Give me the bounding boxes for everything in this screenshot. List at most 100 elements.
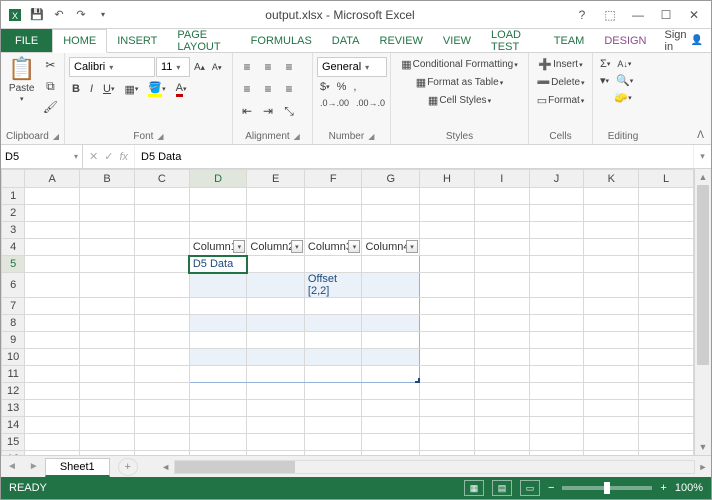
expand-formula-bar-icon[interactable]: ▾ <box>693 145 711 168</box>
name-box[interactable]: D5▾ <box>1 145 83 168</box>
sign-in-link[interactable]: Sign in👤 <box>657 29 711 52</box>
row-header[interactable]: 9 <box>2 332 25 349</box>
alignment-launcher-icon[interactable]: ◢ <box>294 132 300 141</box>
row-header[interactable]: 4 <box>2 239 25 256</box>
minimize-button[interactable]: — <box>625 5 651 25</box>
tab-data[interactable]: DATA <box>322 29 370 52</box>
conditional-formatting-button[interactable]: ▦Conditional Formatting▾ <box>395 57 524 72</box>
format-as-table-button[interactable]: ▦Format as Table▾ <box>395 75 524 90</box>
row-header[interactable]: 2 <box>2 205 25 222</box>
col-header[interactable]: F <box>304 170 362 188</box>
format-painter-button[interactable]: 🖌 <box>40 97 60 117</box>
table-column-header[interactable]: Column2▾ <box>247 239 305 256</box>
delete-cells-button[interactable]: ➖Delete▾ <box>533 75 588 90</box>
sort-filter-button[interactable]: A↓▾ <box>614 58 634 70</box>
borders-button[interactable]: ▦▾ <box>121 82 141 97</box>
col-header[interactable]: I <box>474 170 529 188</box>
undo-icon[interactable]: ↶ <box>51 7 67 23</box>
row-header[interactable]: 6 <box>2 273 25 298</box>
filter-icon[interactable]: ▾ <box>406 240 418 253</box>
tab-design[interactable]: DESIGN <box>594 29 656 52</box>
copy-button[interactable]: ⧉ <box>40 76 60 96</box>
close-button[interactable]: ✕ <box>681 5 707 25</box>
font-size-combo[interactable]: 11▾ <box>156 57 190 77</box>
align-middle-button[interactable]: ≡ <box>258 57 278 77</box>
row-header[interactable]: 8 <box>2 315 25 332</box>
tab-pagelayout[interactable]: PAGE LAYOUT <box>167 29 240 52</box>
comma-format-button[interactable]: , <box>350 80 359 94</box>
sheet-tab[interactable]: Sheet1 <box>45 458 110 477</box>
tab-home[interactable]: HOME <box>52 29 107 53</box>
font-color-button[interactable]: A▾ <box>173 81 190 98</box>
align-bottom-button[interactable]: ≡ <box>279 57 299 77</box>
formula-input[interactable]: D5 Data <box>135 145 693 168</box>
row-header[interactable]: 1 <box>2 188 25 205</box>
fill-color-button[interactable]: 🪣▾ <box>145 80 168 98</box>
sheet-nav-prev-icon[interactable]: ◄ <box>1 461 23 472</box>
zoom-out-button[interactable]: − <box>548 482 554 494</box>
col-header[interactable]: D <box>189 170 247 188</box>
font-launcher-icon[interactable]: ◢ <box>157 132 163 141</box>
tab-team[interactable]: TEAM <box>544 29 595 52</box>
col-header[interactable]: J <box>529 170 584 188</box>
row-header[interactable]: 12 <box>2 383 25 400</box>
align-left-button[interactable]: ≡ <box>237 79 257 99</box>
ribbon-options-icon[interactable]: ⬚ <box>597 5 623 25</box>
row-header[interactable]: 5 <box>2 256 25 273</box>
cell-d5[interactable]: D5 Data <box>189 256 247 273</box>
normal-view-button[interactable]: ▦ <box>464 480 484 496</box>
filter-icon[interactable]: ▾ <box>348 240 360 253</box>
filter-icon[interactable]: ▾ <box>291 240 303 253</box>
increase-indent-button[interactable]: ⇥ <box>258 101 278 121</box>
tab-formulas[interactable]: FORMULAS <box>241 29 322 52</box>
zoom-in-button[interactable]: + <box>660 482 666 494</box>
align-right-button[interactable]: ≡ <box>279 79 299 99</box>
page-layout-view-button[interactable]: ▤ <box>492 480 512 496</box>
row-header[interactable]: 13 <box>2 400 25 417</box>
cell-f6[interactable]: Offset [2,2] <box>304 273 362 298</box>
row-header[interactable]: 3 <box>2 222 25 239</box>
maximize-button[interactable]: ☐ <box>653 5 679 25</box>
col-header[interactable]: E <box>247 170 305 188</box>
help-icon[interactable]: ? <box>569 5 595 25</box>
format-cells-button[interactable]: ▭Format▾ <box>533 93 588 108</box>
col-header[interactable]: H <box>420 170 475 188</box>
tab-loadtest[interactable]: LOAD TEST <box>481 29 544 52</box>
sheet-nav-next-icon[interactable]: ► <box>23 461 45 472</box>
scroll-thumb[interactable] <box>697 185 709 365</box>
tab-insert[interactable]: INSERT <box>107 29 167 52</box>
cut-button[interactable]: ✂ <box>40 55 60 75</box>
fill-button[interactable]: ▾▾ <box>597 73 612 88</box>
scroll-right-icon[interactable]: ► <box>695 462 711 472</box>
clear-button[interactable]: 🧽▾ <box>597 90 649 105</box>
number-format-combo[interactable]: General▾ <box>317 57 387 77</box>
autosum-button[interactable]: Σ▾ <box>597 57 613 71</box>
italic-button[interactable]: I <box>87 82 96 96</box>
qat-customize-icon[interactable]: ▾ <box>95 7 111 23</box>
tab-view[interactable]: VIEW <box>433 29 481 52</box>
cell[interactable] <box>189 273 247 298</box>
underline-button[interactable]: U▾ <box>100 82 117 96</box>
table-resize-handle[interactable] <box>415 378 420 383</box>
percent-format-button[interactable]: % <box>334 80 350 94</box>
table-column-header[interactable]: Column1▾ <box>189 239 247 256</box>
cell[interactable] <box>189 298 247 315</box>
bold-button[interactable]: B <box>69 82 83 96</box>
cancel-formula-icon[interactable]: ✕ <box>89 150 98 163</box>
orientation-button[interactable]: ⤡ <box>279 101 299 121</box>
clipboard-launcher-icon[interactable]: ◢ <box>53 132 59 141</box>
increase-decimal-button[interactable]: .0→.00 <box>317 97 352 109</box>
grow-font-button[interactable]: A▴ <box>191 61 208 74</box>
collapse-ribbon-icon[interactable]: ᐱ <box>694 129 707 142</box>
insert-cells-button[interactable]: ➕Insert▾ <box>533 57 588 72</box>
insert-function-icon[interactable]: fx <box>119 151 128 163</box>
col-header[interactable]: K <box>584 170 639 188</box>
add-sheet-button[interactable]: + <box>118 458 138 476</box>
cell[interactable] <box>247 273 305 298</box>
row-header[interactable]: 15 <box>2 434 25 451</box>
cell[interactable] <box>304 256 362 273</box>
tab-file[interactable]: FILE <box>1 29 52 52</box>
save-icon[interactable]: 💾 <box>29 7 45 23</box>
font-name-combo[interactable]: Calibri▾ <box>69 57 155 77</box>
vertical-scrollbar[interactable]: ▲ ▼ <box>694 169 711 455</box>
